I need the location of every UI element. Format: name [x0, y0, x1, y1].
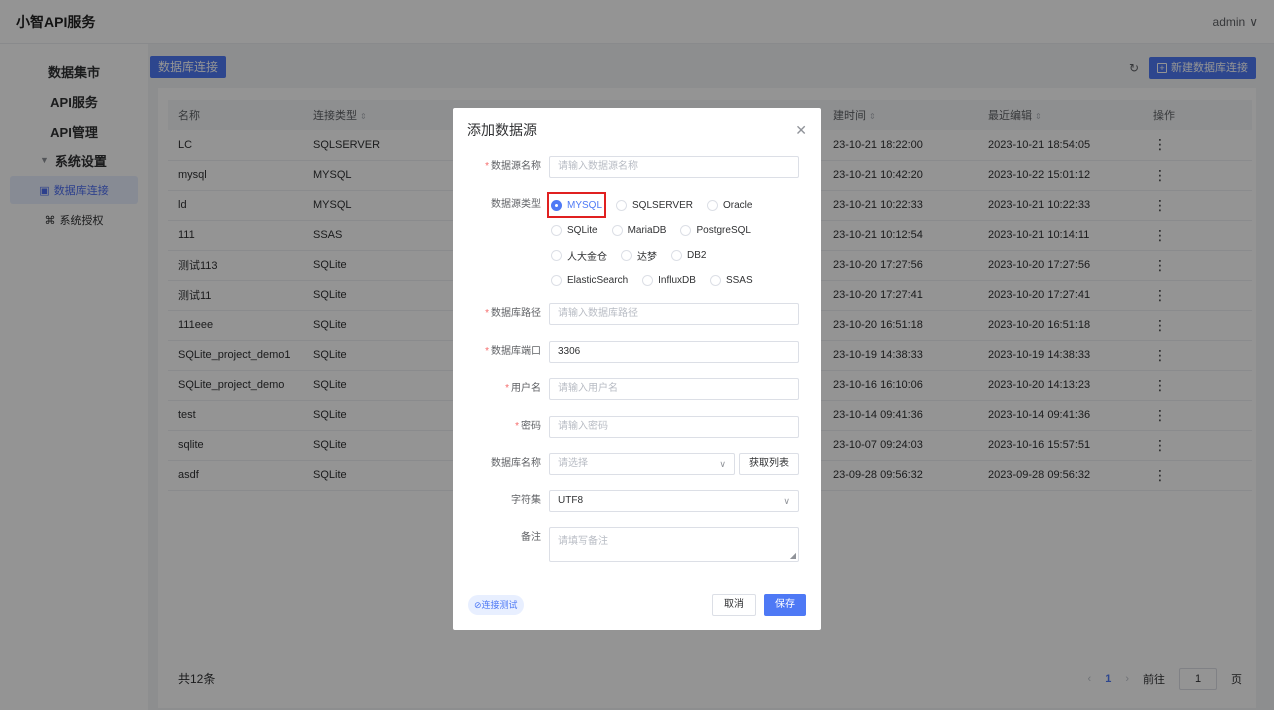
form-row-port: * 数据库端口 3306 — [453, 341, 821, 363]
password-input[interactable]: 请输入密码 — [549, 416, 799, 438]
dialog-footer: ⊘连接测试 取消 保存 — [453, 594, 821, 616]
field-label: 数据库名称 — [491, 458, 541, 469]
save-button[interactable]: 保存 — [764, 594, 806, 616]
add-datasource-dialog: 添加数据源 ✕ * 数据源名称 请输入数据源名称 数据源类型 MYSQL SQLSE… — [453, 108, 821, 630]
radio-label: PostgreSQL — [696, 224, 751, 236]
dialog-header: 添加数据源 ✕ — [453, 112, 821, 148]
datasource-name-input[interactable]: 请输入数据源名称 — [549, 156, 799, 178]
db-port-input[interactable]: 3306 — [549, 341, 799, 363]
radio-circle-icon — [616, 199, 628, 211]
fetch-list-button[interactable]: 获取列表 — [739, 453, 799, 475]
radio-label: InfluxDB — [658, 274, 696, 286]
dialog-title: 添加数据源 — [467, 122, 537, 138]
field-label: 备注 — [521, 532, 541, 543]
radio-circle-icon — [551, 249, 562, 261]
form-row-username: * 用户名 请输入用户名 — [453, 378, 821, 400]
radio-circle-icon — [709, 274, 721, 286]
form-row-name: * 数据源名称 请输入数据源名称 — [453, 156, 821, 178]
radio-label: DB2 — [687, 249, 707, 261]
select-value: UTF8 — [558, 495, 583, 506]
radio-circle-icon — [642, 274, 654, 286]
close-icon[interactable]: ✕ — [795, 122, 807, 139]
form-row-password: * 密码 请输入密码 — [453, 416, 821, 438]
radio-circle-icon — [671, 249, 682, 261]
radio-option[interactable]: SQLSERVER — [614, 194, 695, 216]
field-label: 数据源名称 — [491, 161, 541, 172]
radio-circle-icon — [611, 224, 623, 236]
resize-handle-icon[interactable]: ◢ — [790, 551, 796, 560]
form-row-type: 数据源类型 MYSQL SQLSERVER Oracle SQLite MariaDB P… — [453, 192, 821, 294]
radio-option[interactable]: 达梦 — [619, 244, 659, 266]
radio-label: ElasticSearch — [567, 274, 629, 286]
radio-option[interactable]: PostgreSQL — [678, 219, 752, 241]
radio-option[interactable]: InfluxDB — [640, 269, 698, 291]
form-row-remark: 备注 请填写备注 ◢ — [453, 527, 821, 562]
form-row-dbname: 数据库名称 请选择 ∨ 获取列表 — [453, 453, 821, 475]
radio-option[interactable]: ElasticSearch — [549, 269, 630, 291]
field-label: 密码 — [521, 421, 541, 432]
radio-label: Oracle — [722, 199, 753, 211]
field-label: 数据库端口 — [491, 346, 541, 357]
datasource-type-radio-group: MYSQL SQLSERVER Oracle SQLite MariaDB Postgre… — [546, 192, 809, 294]
field-label: 数据库路径 — [491, 308, 541, 319]
chevron-down-icon: ∨ — [783, 496, 790, 506]
radio-label: MariaDB — [627, 224, 667, 236]
remark-textarea[interactable]: 请填写备注 ◢ — [549, 527, 799, 562]
db-name-select[interactable]: 请选择 ∨ — [549, 453, 735, 475]
chevron-down-icon: ∨ — [719, 459, 726, 469]
radio-label: 人大金仓 — [567, 251, 607, 263]
form-row-path: * 数据库路径 请输入数据库路径 — [453, 303, 821, 325]
radio-option[interactable]: MYSQL — [546, 192, 607, 218]
field-label: 用户名 — [511, 383, 541, 394]
radio-label: 达梦 — [637, 251, 657, 263]
radio-option[interactable]: 人大金仓 — [549, 244, 609, 266]
db-path-input[interactable]: 请输入数据库路径 — [549, 303, 799, 325]
textarea-placeholder: 请填写备注 — [558, 536, 608, 547]
radio-circle-icon — [680, 224, 692, 236]
radio-circle-icon — [551, 199, 562, 211]
charset-select[interactable]: UTF8 ∨ — [549, 490, 799, 512]
select-placeholder: 请选择 — [558, 458, 588, 469]
cancel-button[interactable]: 取消 — [712, 594, 756, 616]
radio-circle-icon — [621, 249, 632, 261]
radio-option[interactable]: MariaDB — [610, 219, 669, 241]
radio-label: SSAS — [725, 274, 753, 286]
field-label: 字符集 — [511, 495, 541, 506]
connection-test-button[interactable]: ⊘连接测试 — [468, 595, 524, 615]
radio-option[interactable]: Oracle — [705, 194, 754, 216]
radio-option[interactable]: SQLite — [549, 219, 600, 241]
radio-circle-icon — [551, 224, 562, 236]
radio-circle-icon — [551, 274, 562, 286]
radio-option[interactable]: DB2 — [669, 244, 708, 266]
radio-label: SQLite — [567, 224, 598, 236]
radio-circle-icon — [706, 199, 718, 211]
username-input[interactable]: 请输入用户名 — [549, 378, 799, 400]
radio-label: SQLSERVER — [632, 199, 693, 211]
field-label: 数据源类型 — [491, 199, 541, 210]
radio-label: MYSQL — [567, 199, 603, 211]
radio-option[interactable]: SSAS — [708, 269, 755, 291]
form-row-charset: 字符集 UTF8 ∨ — [453, 490, 821, 512]
